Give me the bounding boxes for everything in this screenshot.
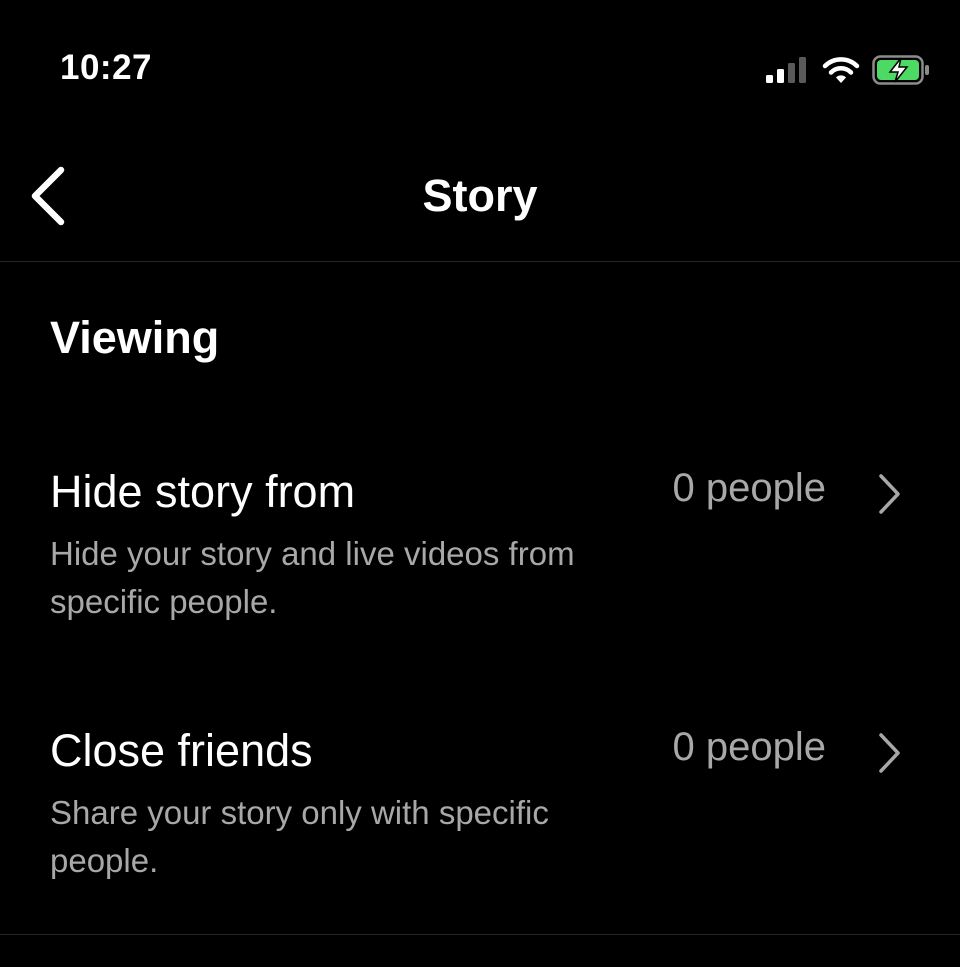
close-friends-row[interactable]: Close friends Share your story only with…	[0, 725, 960, 895]
row-title: Close friends	[50, 725, 313, 776]
row-title: Hide story from	[50, 466, 356, 517]
chevron-right-icon	[879, 474, 900, 514]
status-time: 10:27	[60, 48, 153, 87]
battery-charging-icon	[872, 55, 929, 85]
divider	[0, 934, 960, 935]
cellular-signal-icon	[766, 57, 806, 83]
wifi-icon	[822, 57, 860, 83]
row-value: 0 people	[672, 725, 826, 769]
section-title-viewing: Viewing	[50, 312, 220, 363]
row-value: 0 people	[672, 466, 826, 510]
row-description: Share your story only with specific peop…	[50, 794, 549, 879]
nav-header: Story	[0, 130, 960, 262]
status-icons	[766, 54, 930, 86]
row-description: Hide your story and live videos from spe…	[50, 535, 575, 620]
page-title: Story	[422, 170, 538, 221]
story-settings-screen: 10:27 Story Viewing Hide story from Hide…	[0, 0, 960, 967]
chevron-right-icon	[879, 733, 900, 773]
hide-story-from-row[interactable]: Hide story from Hide your story and live…	[0, 466, 960, 636]
